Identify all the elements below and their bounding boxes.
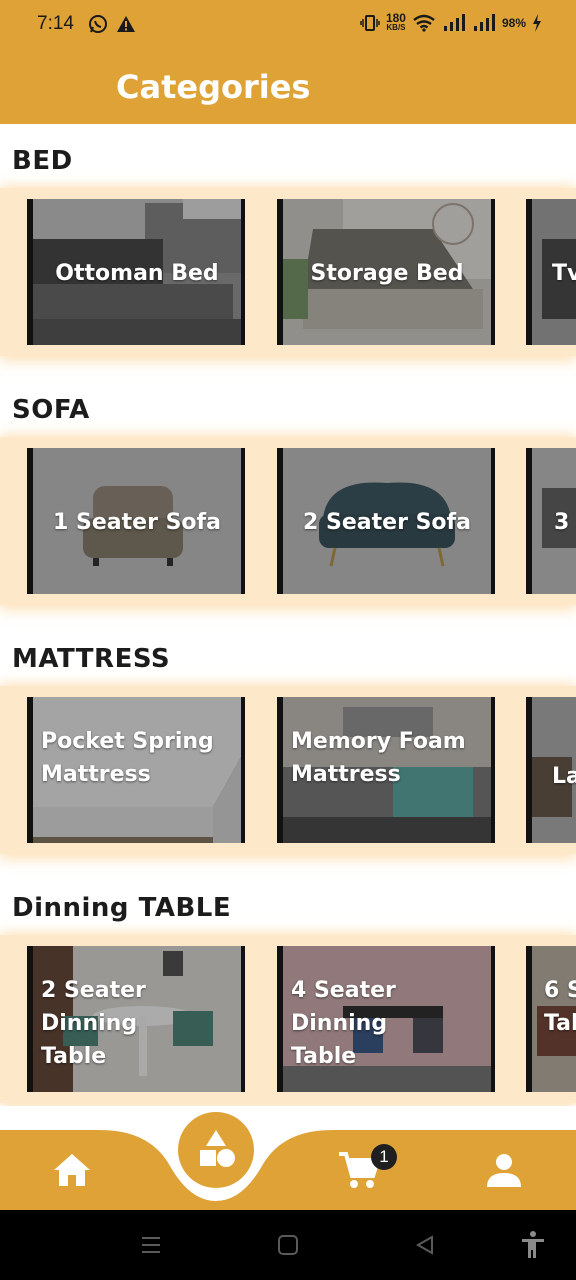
section-title: MATTRESS [12,644,171,674]
charging-icon [533,14,541,32]
data-speed: 180 KB/S [385,11,406,33]
wifi-icon [413,14,435,32]
category-card[interactable]: 3 [526,448,576,594]
category-card[interactable]: Pocket Spring Mattress [27,697,245,843]
category-card[interactable]: 2 Seater Dinning Table [27,946,245,1092]
card-label: 6 S Tab [544,978,576,1036]
status-system-icons: 180 KB/S 98% [360,11,542,33]
card-label: 3 [554,510,570,535]
category-section-dinning-table: Dinning TABLE 2 Seater Dinning Table 4 S… [0,871,576,1111]
page-title: Categories [116,68,311,106]
card-label: Memory Foam Mattress [291,729,466,787]
signal-icon [443,14,465,31]
category-section-bed: BED Ottoman Bed Storage Bed T [0,124,576,364]
category-carousel[interactable]: Pocket Spring Mattress Memory Foam Mattr… [0,686,576,854]
status-time: 7:14 [37,13,74,34]
card-label: 4 Seater Dinning Table [291,978,396,1069]
category-card[interactable]: 6 S Tab [526,946,576,1092]
profile-icon [487,1154,521,1187]
back-icon[interactable] [414,1234,436,1256]
category-carousel[interactable]: 2 Seater Dinning Table 4 Seater Dinning … [0,935,576,1103]
card-label: 2 Seater Sofa [303,510,471,535]
category-carousel[interactable]: 1 Seater Sofa 2 Seater Sofa 3 [0,437,576,605]
nav-categories-button[interactable] [186,1118,246,1178]
section-title: Dinning TABLE [12,893,232,923]
categories-shapes-icon [200,1130,235,1167]
system-navigation-bar [0,1210,576,1280]
data-speed-unit: KB/S [386,23,406,32]
card-label: La [552,764,576,789]
warning-icon [117,16,135,32]
recent-apps-icon[interactable] [140,1234,162,1256]
card-label: 1 Seater Sofa [53,510,221,535]
section-title: BED [12,146,73,176]
category-card[interactable]: Tv [526,199,576,345]
section-title: SOFA [12,395,90,425]
data-speed-value: 180 [385,11,406,25]
nav-home-button[interactable] [48,1146,96,1194]
vibrate-icon [360,15,380,31]
battery-percent: 98% [501,16,526,30]
card-label: Storage Bed [310,261,464,286]
category-section-sofa: SOFA 1 Seater Sofa 2 Seater Sofa 3 [0,373,576,613]
category-section-mattress: MATTRESS Pocket Spring Mattress Memory F… [0,622,576,862]
card-label: 2 Seater Dinning Table [41,978,146,1069]
app-header: Categories [0,50,576,124]
cart-badge: 1 [371,1144,397,1170]
category-card[interactable]: 1 Seater Sofa [27,448,245,594]
category-card[interactable]: Ottoman Bed [27,199,245,345]
categories-list[interactable]: BED Ottoman Bed Storage Bed T SOFA 1 Sea… [0,124,576,1130]
category-card[interactable]: Storage Bed [277,199,495,345]
category-carousel[interactable]: Ottoman Bed Storage Bed Tv [0,188,576,356]
accessibility-icon[interactable] [520,1230,546,1260]
category-card[interactable]: 4 Seater Dinning Table [277,946,495,1092]
home-icon [54,1154,90,1186]
category-card[interactable]: La [526,697,576,843]
card-label: Ottoman Bed [55,261,219,286]
status-bar: 7:14 180 KB/S 98% [0,0,576,50]
nav-profile-button[interactable] [480,1146,528,1194]
card-label: Tv [552,261,576,286]
category-card[interactable]: 2 Seater Sofa [277,448,495,594]
signal-icon-2 [473,14,495,31]
whatsapp-icon [89,15,107,33]
status-notification-icons [88,14,136,34]
home-system-icon[interactable] [277,1234,299,1256]
category-card[interactable]: Memory Foam Mattress [277,697,495,843]
card-label: Pocket Spring Mattress [41,729,214,787]
